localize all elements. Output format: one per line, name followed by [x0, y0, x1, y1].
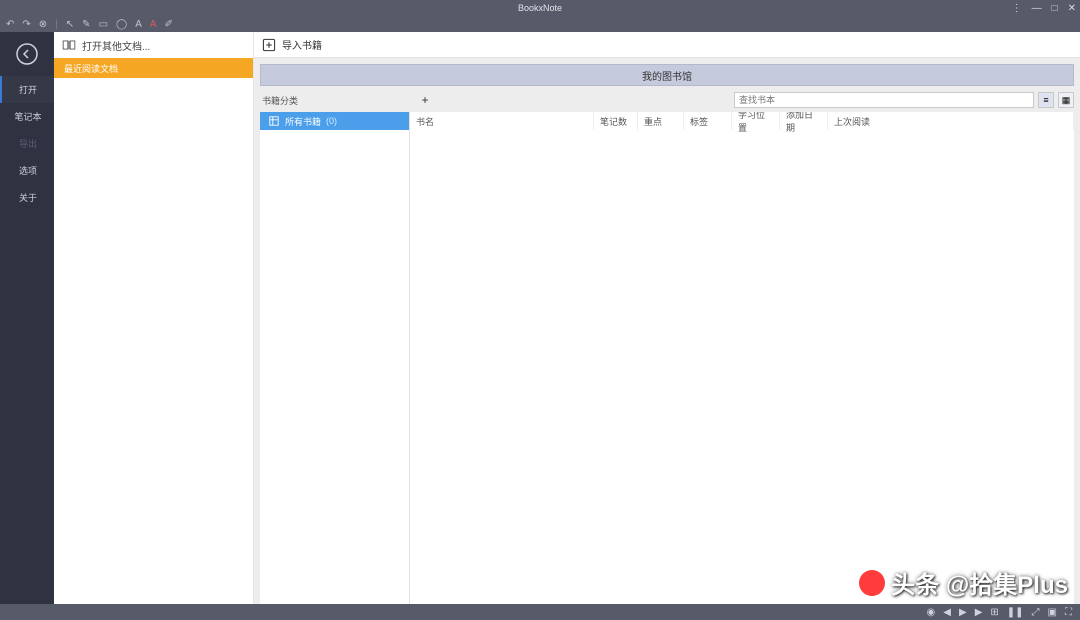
prev-icon[interactable]: ◀	[943, 607, 951, 618]
window-menu-icon[interactable]: ⋮	[1012, 3, 1022, 14]
import-books-label: 导入书籍	[282, 37, 322, 52]
library-title-bar: 我的图书馆	[260, 64, 1074, 86]
tree-item-all-books[interactable]: 所有书籍 (0)	[260, 112, 409, 130]
expand-icon[interactable]: ⤢	[1032, 607, 1040, 618]
record-icon[interactable]: ▣	[1048, 607, 1057, 618]
highlight-tool-icon[interactable]: A	[150, 19, 157, 30]
note-tool-icon[interactable]: ✐	[165, 19, 173, 30]
close-tool-icon[interactable]: ⊗	[39, 19, 47, 30]
main-panel: 导入书籍 我的图书馆 书籍分类 + ≡ ▦ 所有书籍 (0)	[254, 32, 1080, 604]
tree-item-count: (0)	[326, 116, 337, 126]
book-table: 书名 笔记数 重点 标签 学习位置 添加日期 上次阅读	[410, 112, 1074, 604]
col-lastread[interactable]: 上次阅读	[828, 112, 1074, 130]
classify-label: 书籍分类	[260, 94, 298, 107]
col-title[interactable]: 书名	[410, 112, 594, 130]
rect-icon[interactable]: ▭	[99, 19, 108, 30]
next-icon[interactable]: ▶	[975, 607, 983, 618]
grid-icon[interactable]: ⊞	[990, 607, 998, 618]
library-title: 我的图书馆	[642, 68, 692, 83]
text-tool-icon[interactable]: A	[135, 19, 142, 30]
window-minimize-icon[interactable]: —	[1032, 3, 1042, 14]
col-added[interactable]: 添加日期	[780, 112, 828, 130]
sidebar-item-notebook[interactable]: 笔记本	[0, 103, 54, 130]
list-view-button[interactable]: ≡	[1038, 92, 1054, 108]
toolbar-separator: |	[55, 19, 58, 30]
sidebar-item-open[interactable]: 打开	[0, 76, 54, 103]
sidebar: 打开 笔记本 导出 选项 关于	[0, 32, 54, 604]
circle-icon[interactable]: ◯	[116, 19, 127, 30]
add-category-button[interactable]: +	[418, 93, 432, 107]
pointer-icon[interactable]: ↖	[66, 19, 74, 30]
back-button[interactable]	[0, 32, 54, 76]
recent-panel: 打开其他文档... 最近阅读文档	[54, 32, 254, 604]
open-other-doc-label: 打开其他文档...	[82, 38, 150, 53]
col-notes[interactable]: 笔记数	[594, 112, 638, 130]
sphere-icon[interactable]: ◉	[927, 607, 936, 618]
fullscreen-icon[interactable]: ⛶	[1065, 607, 1072, 618]
category-tree: 所有书籍 (0)	[260, 112, 410, 604]
col-tags[interactable]: 标签	[684, 112, 732, 130]
window-close-icon[interactable]: ✕	[1068, 3, 1076, 14]
undo-icon[interactable]: ↶	[6, 19, 14, 30]
sidebar-item-options[interactable]: 选项	[0, 157, 54, 184]
status-bar: ◉ ◀ ▶ ▶ ⊞ ❚❚ ⤢ ▣ ⛶	[0, 604, 1080, 620]
import-books[interactable]: 导入书籍	[254, 32, 1080, 58]
pause-icon[interactable]: ❚❚	[1007, 607, 1024, 618]
col-highlights[interactable]: 重点	[638, 112, 684, 130]
recent-docs-header[interactable]: 最近阅读文档	[54, 58, 253, 78]
app-title: BookxNote	[518, 3, 562, 13]
tree-item-label: 所有书籍	[285, 115, 321, 128]
sidebar-item-export[interactable]: 导出	[0, 130, 54, 157]
window-maximize-icon[interactable]: □	[1052, 3, 1058, 14]
pen-icon[interactable]: ✎	[82, 19, 90, 30]
open-other-doc[interactable]: 打开其他文档...	[54, 32, 253, 58]
play-icon[interactable]: ▶	[959, 607, 967, 618]
col-progress[interactable]: 学习位置	[732, 112, 780, 130]
redo-icon[interactable]: ↷	[22, 19, 30, 30]
sidebar-item-about[interactable]: 关于	[0, 184, 54, 211]
grid-view-button[interactable]: ▦	[1058, 92, 1074, 108]
search-input[interactable]	[734, 92, 1034, 108]
